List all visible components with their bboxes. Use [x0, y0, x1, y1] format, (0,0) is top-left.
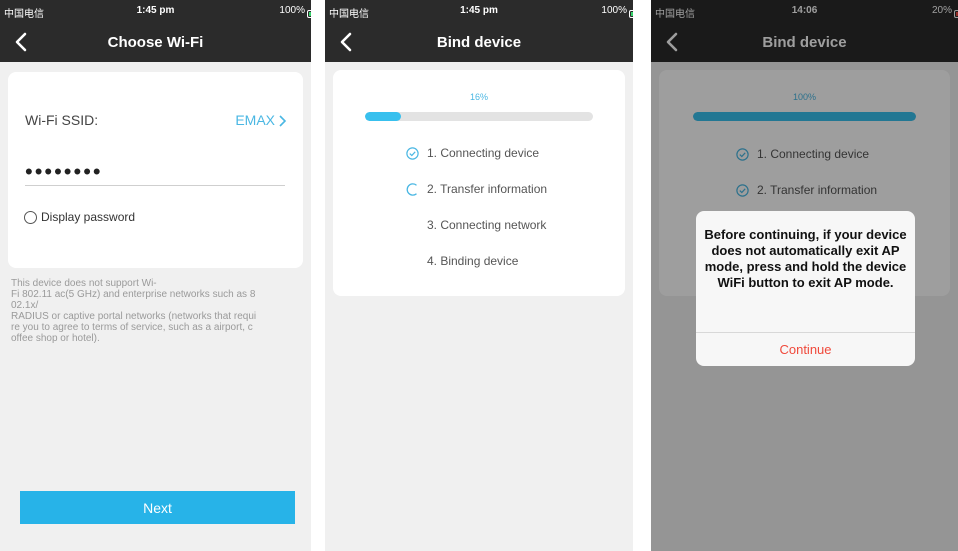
- status-bar: 中国电信 1:45 pm 100%: [0, 0, 311, 22]
- screen-bind-device-progress: 中国电信 1:45 pm 100% Bind device 16% 1. Con…: [325, 0, 633, 551]
- progress-percent: 16%: [469, 92, 488, 102]
- page-title: Choose Wi-Fi: [107, 34, 204, 51]
- page-title: Bind device: [436, 34, 522, 51]
- step-label: 4. Binding device: [427, 254, 519, 268]
- display-password-toggle[interactable]: Display password: [24, 210, 135, 224]
- battery-percent: 100%: [279, 5, 305, 16]
- radio-unchecked-icon: [24, 210, 37, 224]
- battery-icon: [307, 10, 311, 18]
- battery-percent: 100%: [601, 5, 627, 16]
- ap-mode-alert-dialog: Before continuing, if your device does n…: [696, 211, 915, 366]
- battery-icon: [629, 10, 633, 18]
- step-label: 3. Connecting network: [427, 218, 547, 232]
- wifi-form-card: Wi-Fi SSID: EMAX Display password: [8, 72, 303, 268]
- screen-bind-device-dialog: 中国电信 14:06 20% Bind device 100% 1. Conne…: [651, 0, 958, 551]
- step-connecting-device: 1. Connecting device: [406, 146, 539, 160]
- nav-bar: Bind device: [325, 22, 633, 62]
- progress-card: 16% 1. Connecting device 2. Transfer inf…: [333, 70, 625, 296]
- loading-spinner-icon: [406, 182, 417, 196]
- ssid-value: EMAX: [235, 112, 275, 128]
- step-connecting-network: 3. Connecting network: [406, 218, 546, 232]
- ssid-selector[interactable]: EMAX: [235, 112, 287, 128]
- continue-button[interactable]: Continue: [696, 333, 915, 366]
- display-password-label: Display password: [41, 210, 136, 224]
- password-field[interactable]: [25, 158, 285, 186]
- step-transfer-information: 2. Transfer information: [406, 182, 547, 196]
- unsupported-network-hint: This device does not support Wi- Fi 802.…: [11, 278, 257, 344]
- nav-bar: Choose Wi-Fi: [0, 22, 311, 62]
- battery-indicator: 100%: [601, 5, 633, 18]
- chevron-right-icon: [279, 115, 287, 127]
- status-bar: 中国电信 1:45 pm 100%: [325, 0, 633, 22]
- status-time: 1:45 pm: [136, 5, 175, 16]
- check-circle-icon: [406, 146, 419, 160]
- step-binding-device: 4. Binding device: [406, 254, 518, 268]
- step-label: 1. Connecting device: [427, 146, 540, 160]
- progress-bar-fill: [365, 112, 402, 121]
- ssid-label: Wi-Fi SSID:: [25, 112, 99, 128]
- progress-bar: [365, 112, 593, 121]
- dialog-message: Before continuing, if your device does n…: [704, 227, 907, 290]
- status-time: 1:45 pm: [460, 5, 498, 16]
- battery-indicator: 100%: [279, 5, 311, 18]
- next-button[interactable]: Next: [20, 491, 295, 524]
- step-label: 2. Transfer information: [427, 182, 548, 196]
- screen-choose-wifi: 中国电信 1:45 pm 100% Choose Wi-Fi Wi-Fi SSI…: [0, 0, 311, 551]
